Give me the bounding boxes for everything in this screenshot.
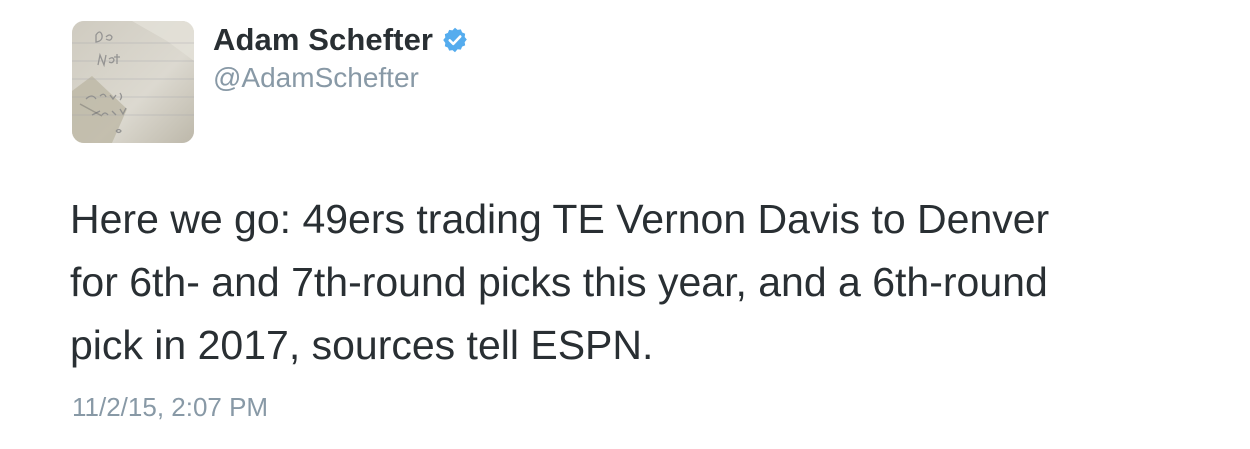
tweet-card: Adam Schefter @AdamSchefter Here we go: … — [0, 0, 1250, 449]
author-handle[interactable]: @AdamSchefter — [213, 62, 419, 94]
handwritten-note-avatar-icon — [72, 21, 194, 143]
author-name-row[interactable]: Adam Schefter — [213, 20, 469, 60]
verified-badge-icon — [441, 26, 469, 54]
author-display-name[interactable]: Adam Schefter — [213, 22, 433, 58]
tweet-timestamp[interactable]: 11/2/15, 2:07 PM — [72, 392, 268, 423]
avatar[interactable] — [72, 21, 194, 143]
tweet-text: Here we go: 49ers trading TE Vernon Davi… — [70, 196, 1050, 368]
